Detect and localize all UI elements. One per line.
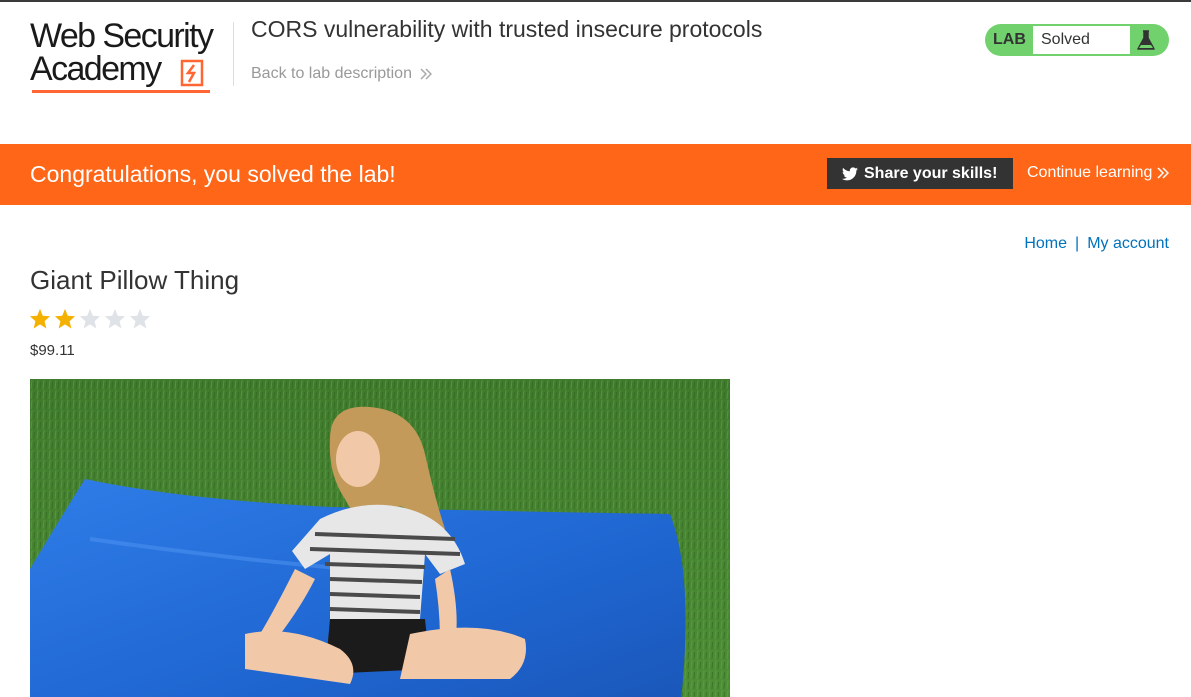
back-to-lab-description-link[interactable]: Back to lab description [251, 65, 432, 83]
star-filled-icon [29, 308, 51, 329]
back-link-label: Back to lab description [251, 65, 412, 82]
account-nav: Home | My account [1024, 235, 1169, 253]
product-photo [30, 379, 730, 697]
continue-learning-label: Continue learning [1027, 164, 1153, 181]
flask-icon [1137, 30, 1155, 50]
product-rating [29, 308, 154, 329]
logo-underline [32, 90, 210, 93]
home-link[interactable]: Home [1024, 235, 1067, 252]
lab-solved-banner: Congratulations, you solved the lab! Sha… [0, 144, 1191, 205]
web-security-academy-logo[interactable]: Web Security Academy [30, 17, 230, 96]
share-skills-button[interactable]: Share your skills! [827, 158, 1013, 189]
my-account-link[interactable]: My account [1087, 235, 1169, 252]
twitter-icon [842, 166, 858, 180]
lab-status-text: Solved [1033, 26, 1130, 54]
lab-badge-label: LAB [993, 31, 1026, 48]
continue-learning-link[interactable]: Continue learning [1027, 164, 1170, 182]
logo-line-1: Web Security [30, 17, 214, 55]
product-title: Giant Pillow Thing [30, 265, 240, 295]
star-empty-icon [104, 308, 126, 329]
page: Web Security Academy CORS vulnerability … [0, 0, 1191, 697]
nav-separator: | [1075, 235, 1080, 252]
double-chevron-right-icon [420, 68, 432, 80]
star-filled-icon [54, 308, 76, 329]
academy-logo-icon [180, 59, 204, 87]
lab-status-badge: LAB Solved [985, 24, 1169, 56]
top-border [0, 0, 1191, 2]
product-price: $99.11 [30, 342, 75, 359]
star-empty-icon [129, 308, 151, 329]
lab-title: CORS vulnerability with trusted insecure… [251, 16, 763, 42]
star-empty-icon [79, 308, 101, 329]
congratulations-message: Congratulations, you solved the lab! [30, 161, 396, 187]
header-divider [233, 22, 234, 86]
share-button-label: Share your skills! [864, 164, 998, 182]
product-image [30, 379, 730, 697]
double-chevron-right-icon [1157, 167, 1170, 179]
